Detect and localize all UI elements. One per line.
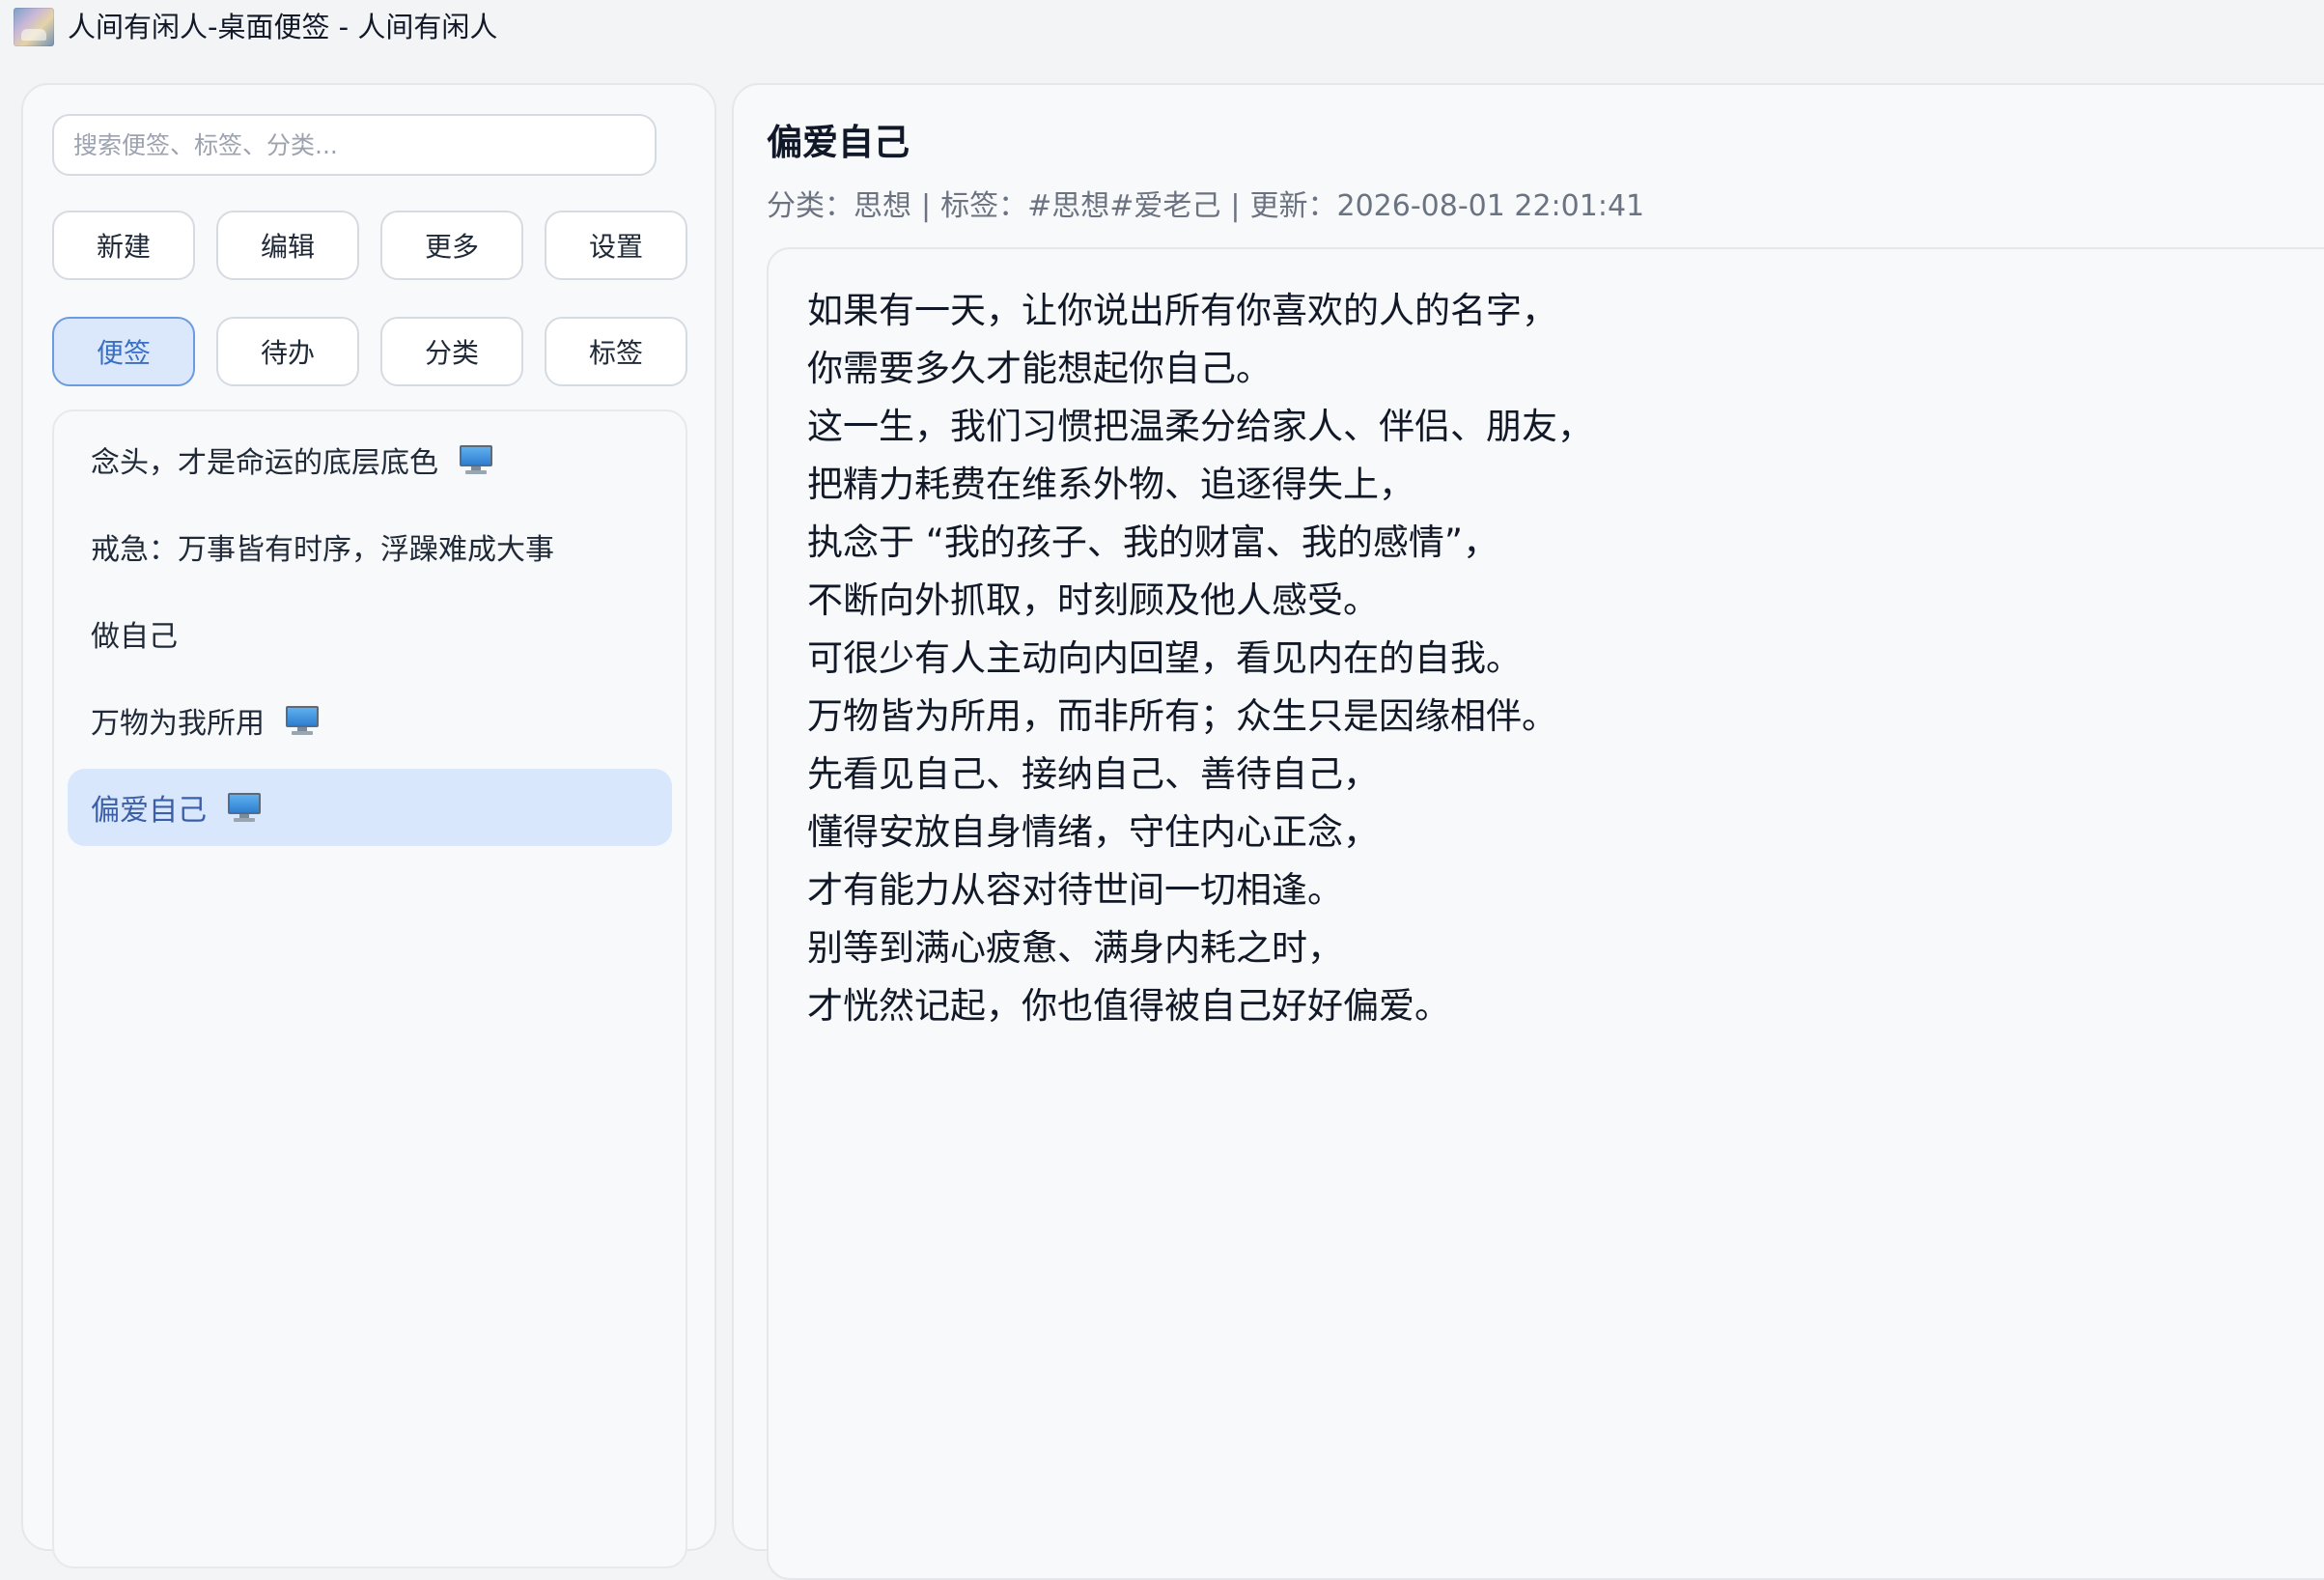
list-item[interactable]: 念头，才是命运的底层底色 (68, 421, 672, 498)
meta-separator: | (921, 189, 932, 223)
list-item-title: 做自己 (91, 620, 178, 654)
note-line: 执念于 “我的孩子、我的财富、我的感情”， (807, 522, 1499, 563)
edit-button[interactable]: 编辑 (216, 211, 359, 280)
list-item[interactable]: 做自己 (68, 595, 672, 672)
note-line: 才有能力从容对待世间一切相逢。 (807, 869, 1343, 911)
list-item-title: 万物为我所用 (91, 707, 265, 741)
list-item[interactable]: 偏爱自己 (68, 769, 672, 846)
note-line: 懂得安放自身情绪，守住内心正念， (807, 811, 1379, 853)
desktop-monitor-icon (286, 706, 319, 735)
tags-value: #思想#爱老己 (1027, 189, 1221, 223)
tags-label: 标签： (940, 189, 1028, 223)
note-line: 可很少有人主动向内回望，看见内在的自我。 (807, 637, 1522, 679)
note-line: 如果有一天，让你说出所有你喜欢的人的名字， (807, 290, 1557, 331)
settings-button[interactable]: 设置 (545, 211, 687, 280)
note-detail-panel: 偏爱自己 分类：思想 | 标签：#思想#爱老己 | 更新：2026-08-01 22:0… (732, 83, 2324, 1580)
tab-tags[interactable]: 标签 (545, 317, 687, 386)
list-item-title: 偏爱自己 (91, 794, 207, 828)
tab-category[interactable]: 分类 (380, 317, 523, 386)
note-line: 你需要多久才能想起你自己。 (807, 348, 1272, 389)
new-button[interactable]: 新建 (52, 211, 195, 280)
note-line: 万物皆为所用，而非所有；众生只是因缘相伴。 (807, 695, 1557, 737)
note-content-editor[interactable]: 如果有一天，让你说出所有你喜欢的人的名字， 你需要多久才能想起你自己。这一生，我们… (767, 247, 2324, 1580)
desktop-monitor-icon (460, 445, 492, 474)
note-meta: 分类：思想 | 标签：#思想#爱老己 | 更新：2026-08-01 22:01:41 (767, 182, 1644, 232)
list-item-title: 戒急：万事皆有时序，浮躁难成大事 (91, 533, 554, 567)
category-label: 分类： (767, 189, 854, 223)
view-switcher: 便签 待办 分类 标签 (52, 317, 687, 386)
meta-separator: | (1230, 189, 1241, 223)
updated-value: 2026-08-01 22:01:41 (1336, 189, 1645, 223)
window-title: 人间有闲人-桌面便签 - 人间有闲人 (68, 11, 498, 43)
list-item[interactable]: 戒急：万事皆有时序，浮躁难成大事 (68, 508, 672, 585)
note-line: 才恍然记起，你也值得被自己好好偏爱。 (807, 985, 1450, 1027)
more-button[interactable]: 更多 (380, 211, 523, 280)
note-line: 把精力耗费在维系外物、追逐得失上， (807, 464, 1414, 505)
note-line: 这一生，我们习惯把温柔分给家人、伴侣、朋友， (807, 406, 1593, 447)
note-line: 别等到满心疲惫、满身内耗之时， (807, 927, 1343, 969)
category-value: 思想 (854, 189, 911, 223)
title-bar: 人间有闲人-桌面便签 - 人间有闲人 (0, 0, 2324, 54)
updated-label: 更新： (1249, 189, 1337, 223)
note-title: 偏爱自己 (767, 122, 910, 163)
list-item-title: 念头，才是命运的底层底色 (91, 446, 438, 480)
note-line: 不断向外抓取，时刻顾及他人感受。 (807, 579, 1379, 621)
toolbar: 新建 编辑 更多 设置 (52, 211, 687, 280)
list-item[interactable]: 万物为我所用 (68, 682, 672, 759)
app-landscape-icon (14, 8, 54, 46)
desktop-monitor-icon (228, 793, 261, 822)
note-line: 先看见自己、接纳自己、善待自己， (807, 753, 1379, 795)
note-list: 念头，才是命运的底层底色戒急：万事皆有时序，浮躁难成大事 做自己万物为我所用 偏爱自… (52, 409, 687, 1568)
tab-todo[interactable]: 待办 (216, 317, 359, 386)
search-input[interactable] (52, 114, 657, 176)
sidebar-panel: 新建 编辑 更多 设置 便签 待办 分类 标签 念头，才是命运的底层底色戒急：万… (21, 83, 716, 1568)
tab-notes[interactable]: 便签 (52, 317, 195, 386)
